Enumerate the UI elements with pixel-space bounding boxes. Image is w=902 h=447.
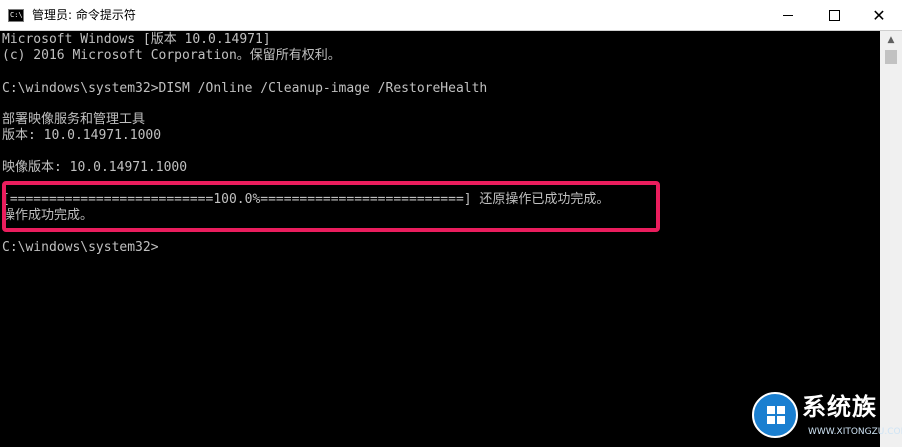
minimize-button[interactable] (765, 0, 811, 31)
prompt-line: C:\windows\system32> (2, 240, 159, 255)
windows-logo-icon (752, 392, 798, 438)
console-line: 版本: 10.0.14971.1000 (2, 128, 162, 143)
close-icon: ✕ (872, 5, 886, 25)
window-title: 管理员: 命令提示符 (32, 8, 136, 22)
console-line: C:\windows\system32>DISM /Online /Cleanu… (2, 81, 488, 96)
console-line: Microsoft Windows [版本 10.0.14971] (2, 32, 271, 47)
highlight-box (2, 181, 660, 232)
console-line: (c) 2016 Microsoft Corporation。保留所有权利。 (2, 48, 341, 63)
cmd-app-icon: C:\ (8, 9, 24, 22)
command-prompt-window: C:\ 管理员: 命令提示符 ✕ Microsoft Windows [版本 1… (0, 0, 902, 447)
watermark-url: WWW.XITONGZU.COM (808, 427, 902, 437)
console-line: 部署映像服务和管理工具 (2, 112, 146, 127)
maximize-icon (828, 10, 840, 21)
maximize-button[interactable] (811, 0, 857, 31)
console-line: 映像版本: 10.0.14971.1000 (2, 160, 188, 175)
site-watermark: 系统族 WWW.XITONGZU.COM (744, 388, 902, 447)
title-bar[interactable]: C:\ 管理员: 命令提示符 ✕ (0, 0, 902, 31)
scroll-up-arrow-icon[interactable]: ▲ (880, 31, 902, 48)
vertical-scrollbar[interactable]: ▲ (880, 31, 902, 447)
console-output[interactable]: Microsoft Windows [版本 10.0.14971] (c) 20… (0, 31, 880, 447)
close-button[interactable]: ✕ (856, 0, 902, 31)
scroll-thumb[interactable] (885, 50, 897, 64)
watermark-brand: 系统族 (802, 393, 877, 421)
minimize-icon (783, 15, 793, 16)
